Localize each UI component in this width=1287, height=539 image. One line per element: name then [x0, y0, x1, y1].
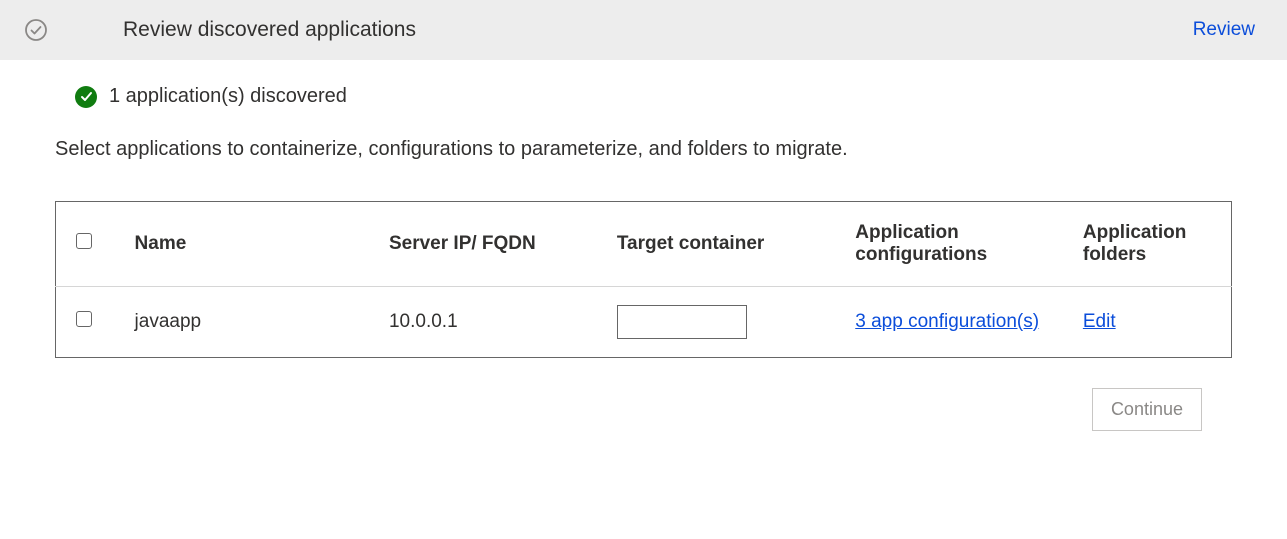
- col-header-config: Application configurations: [841, 202, 1069, 287]
- continue-button[interactable]: Continue: [1092, 388, 1202, 431]
- instruction-text: Select applications to containerize, con…: [55, 138, 1232, 161]
- app-configurations-link[interactable]: 3 app configuration(s): [855, 311, 1039, 332]
- discovery-count-text: 1 application(s) discovered: [109, 85, 347, 108]
- section-title: Review discovered applications: [123, 18, 416, 42]
- discovery-status: 1 application(s) discovered: [55, 85, 1232, 108]
- table-row: javaapp 10.0.0.1 3 app configuration(s) …: [56, 287, 1232, 358]
- cell-app-name: javaapp: [121, 287, 359, 358]
- footer-actions: Continue: [55, 358, 1232, 451]
- checkmark-circle-icon: [24, 18, 48, 42]
- section-header: Review discovered applications Review: [0, 0, 1287, 60]
- col-header-name: Name: [121, 202, 359, 287]
- col-header-target: Target container: [603, 202, 841, 287]
- row-checkbox[interactable]: [76, 311, 92, 327]
- select-all-checkbox[interactable]: [76, 233, 92, 249]
- target-container-input[interactable]: [617, 305, 747, 339]
- table-header-row: Name Server IP/ FQDN Target container Ap…: [56, 202, 1232, 287]
- applications-table: Name Server IP/ FQDN Target container Ap…: [55, 201, 1232, 358]
- col-header-folders: Application folders: [1069, 202, 1232, 287]
- cell-server-ip: 10.0.0.1: [359, 287, 603, 358]
- col-header-server: Server IP/ FQDN: [359, 202, 603, 287]
- edit-folders-link[interactable]: Edit: [1083, 311, 1116, 332]
- review-link[interactable]: Review: [1193, 19, 1255, 41]
- success-check-icon: [75, 86, 97, 108]
- content-area: 1 application(s) discovered Select appli…: [0, 60, 1287, 481]
